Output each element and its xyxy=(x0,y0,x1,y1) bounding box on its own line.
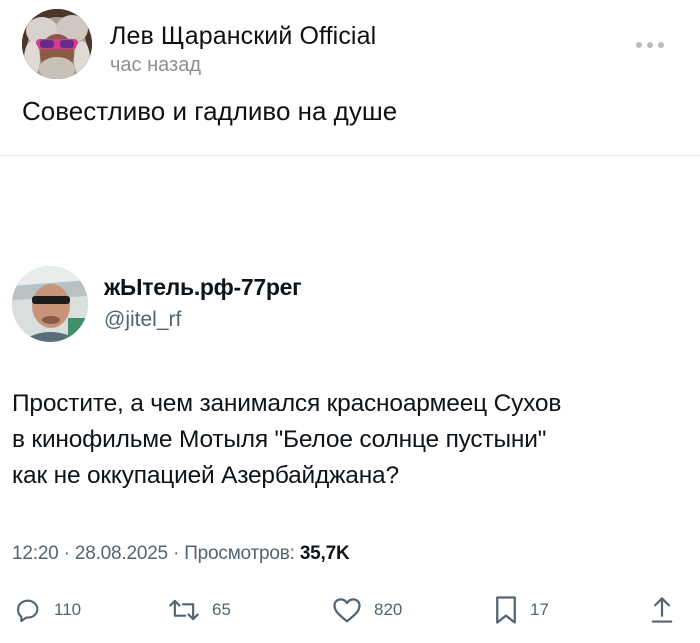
post-time: час назад xyxy=(110,54,202,76)
dot xyxy=(647,42,653,48)
reply-button[interactable]: 110 xyxy=(14,590,81,630)
reply-count: 110 xyxy=(54,600,82,619)
tweet-views-count: 35,7K xyxy=(299,543,350,564)
more-dots-icon[interactable] xyxy=(630,35,670,55)
tweet-text-line: в кинофильме Мотыля "Белое солнце пустын… xyxy=(12,426,547,453)
tweet-timestamp-views: 12:20 · 28.08.2025 · Просмотров: xyxy=(12,543,300,564)
share-icon xyxy=(651,597,673,623)
divider xyxy=(0,155,700,156)
tweet-text: Простите, а чем занимался красноармеец С… xyxy=(12,386,692,494)
author-avatar[interactable] xyxy=(22,9,92,79)
post-text: Совестливо и гадливо на душе xyxy=(22,96,398,126)
tweet-author-handle[interactable]: @jitel_rf xyxy=(104,308,181,332)
like-count: 820 xyxy=(374,600,403,619)
retweet-icon xyxy=(169,599,199,621)
post-header: Лев Щаранский Official час назад xyxy=(22,9,682,81)
retweet-count: 65 xyxy=(212,600,231,619)
share-button[interactable] xyxy=(650,590,674,630)
tweet-text-line: как не оккупацией Азербайджана? xyxy=(12,462,399,489)
reply-icon xyxy=(17,599,39,623)
author-name[interactable]: Лев Щаранский Official xyxy=(110,22,376,51)
bookmark-icon xyxy=(496,596,516,624)
tweet-text-line: Простите, а чем занимался красноармеец С… xyxy=(12,390,562,417)
tweet-meta: 12:20 · 28.08.2025 · Просмотров: 35,7K xyxy=(12,543,350,565)
bookmark-button[interactable]: 17 xyxy=(494,590,549,630)
heart-icon xyxy=(333,598,361,623)
dot xyxy=(658,42,664,48)
tweet-author-avatar[interactable] xyxy=(12,266,88,342)
bookmark-count: 17 xyxy=(530,600,549,619)
tweet-avatar-image xyxy=(12,266,88,342)
tweet-author-name[interactable]: жЫтель.рф-77рег xyxy=(104,274,302,301)
tweet-actions: 110 65 820 17 xyxy=(0,590,700,630)
author-avatar-image xyxy=(22,9,92,79)
dot xyxy=(636,42,642,48)
like-button[interactable]: 820 xyxy=(332,590,402,630)
retweet-button[interactable]: 65 xyxy=(168,590,231,630)
